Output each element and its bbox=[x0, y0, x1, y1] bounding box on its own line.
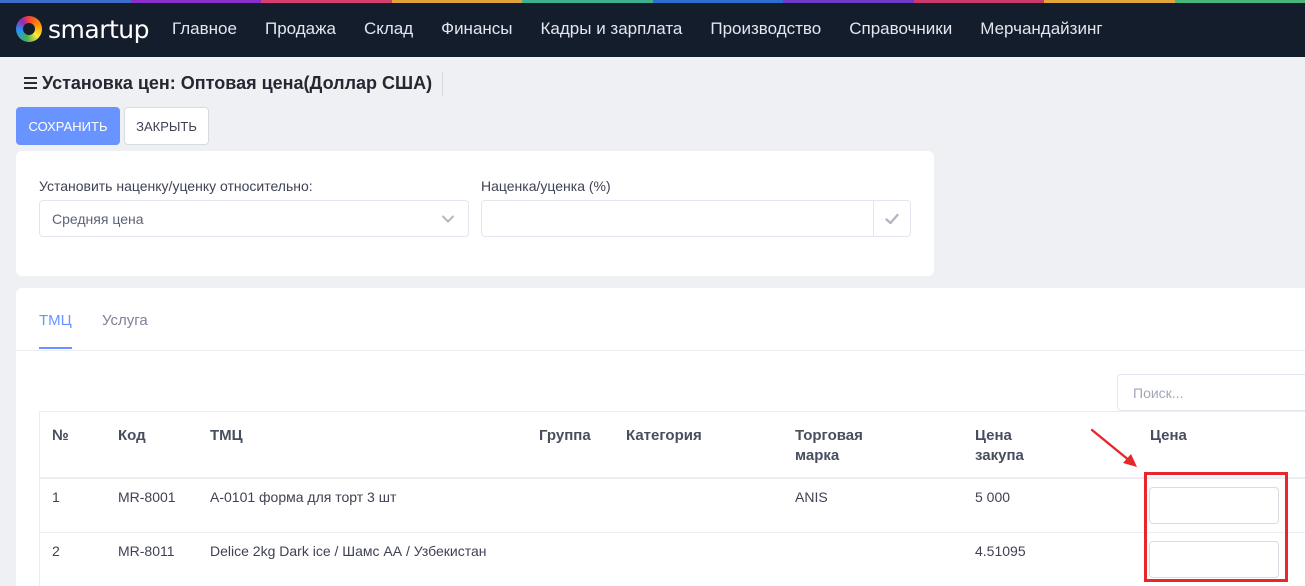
table-header-divider bbox=[40, 477, 1305, 479]
page-title: Установка цен: Оптовая цена(Доллар США) bbox=[42, 72, 433, 93]
column-header-tmc[interactable]: ТМЦ bbox=[210, 426, 243, 446]
active-tab-indicator bbox=[39, 347, 72, 349]
tab-service[interactable]: Услуга bbox=[102, 312, 148, 329]
cell-num: 1 bbox=[52, 489, 60, 505]
nav-item-sales[interactable]: Продажа bbox=[251, 19, 350, 39]
top-navbar: smartup Главное Продажа Склад Финансы Ка… bbox=[0, 0, 1305, 57]
nav-item-warehouse[interactable]: Склад bbox=[350, 19, 427, 39]
relative-to-select[interactable]: Средняя цена bbox=[39, 200, 469, 237]
column-header-cost-line2: закупа bbox=[975, 447, 1024, 464]
cell-code: MR-8001 bbox=[118, 489, 176, 505]
cell-tmc: Delice 2kg Dark ice / Шамс АА / Узбекист… bbox=[210, 543, 487, 559]
logo-icon bbox=[16, 16, 42, 42]
column-header-cost[interactable]: Цена закупа bbox=[975, 426, 1024, 466]
cell-cost: 5 000 bbox=[975, 489, 1011, 505]
annotation-highlight-box bbox=[1144, 472, 1288, 582]
page-header: Установка цен: Оптовая цена(Доллар США) bbox=[24, 72, 432, 94]
relative-to-value: Средняя цена bbox=[52, 211, 144, 227]
nav-item-main[interactable]: Главное bbox=[158, 19, 251, 39]
cell-code: MR-8011 bbox=[118, 543, 175, 559]
logo-text: smartup bbox=[48, 14, 150, 44]
cell-num: 2 bbox=[52, 543, 60, 559]
nav-item-production[interactable]: Производство bbox=[696, 19, 835, 39]
markup-percent-field bbox=[481, 200, 911, 237]
markup-percent-input[interactable] bbox=[482, 201, 874, 236]
tabs-divider bbox=[16, 350, 1305, 351]
tab-tmc[interactable]: ТМЦ bbox=[39, 312, 72, 329]
column-header-code[interactable]: Код bbox=[118, 426, 146, 446]
cell-cost: 4.51095 bbox=[975, 543, 1026, 559]
logo[interactable]: smartup bbox=[16, 14, 150, 44]
nav-item-merchandising[interactable]: Мерчандайзинг bbox=[966, 19, 1116, 39]
column-header-category[interactable]: Категория bbox=[626, 426, 702, 446]
column-header-price[interactable]: Цена bbox=[1150, 426, 1187, 446]
column-header-cost-line1: Цена bbox=[975, 427, 1012, 444]
column-header-brand-line1: Торговая bbox=[795, 427, 863, 444]
cell-tmc: А-0101 форма для торт 3 шт bbox=[210, 489, 397, 505]
apply-markup-button[interactable] bbox=[873, 201, 910, 236]
nav-item-finance[interactable]: Финансы bbox=[427, 19, 526, 39]
column-header-brand[interactable]: Торговая марка bbox=[795, 426, 863, 466]
markup-percent-label: Наценка/уценка (%) bbox=[481, 178, 611, 194]
row-divider bbox=[40, 532, 1305, 533]
close-button[interactable]: ЗАКРЫТЬ bbox=[124, 107, 209, 145]
annotation-arrow-icon bbox=[1090, 428, 1137, 467]
search-box bbox=[1117, 374, 1305, 411]
cell-brand: ANIS bbox=[795, 489, 828, 505]
nav-item-hr-payroll[interactable]: Кадры и зарплата bbox=[527, 19, 697, 39]
column-header-group[interactable]: Группа bbox=[539, 426, 591, 446]
column-header-num[interactable]: № bbox=[52, 426, 69, 446]
relative-to-label: Установить наценку/уценку относительно: bbox=[39, 178, 313, 194]
nav-item-references[interactable]: Справочники bbox=[835, 19, 966, 39]
chevron-down-icon bbox=[442, 215, 454, 223]
check-icon bbox=[885, 213, 899, 224]
title-divider bbox=[442, 72, 443, 96]
main-menu: Главное Продажа Склад Финансы Кадры и за… bbox=[158, 0, 1117, 57]
search-input[interactable] bbox=[1118, 375, 1305, 410]
column-header-brand-line2: марка bbox=[795, 447, 840, 464]
save-button[interactable]: СОХРАНИТЬ bbox=[16, 107, 120, 145]
hamburger-menu-icon[interactable] bbox=[24, 77, 37, 89]
